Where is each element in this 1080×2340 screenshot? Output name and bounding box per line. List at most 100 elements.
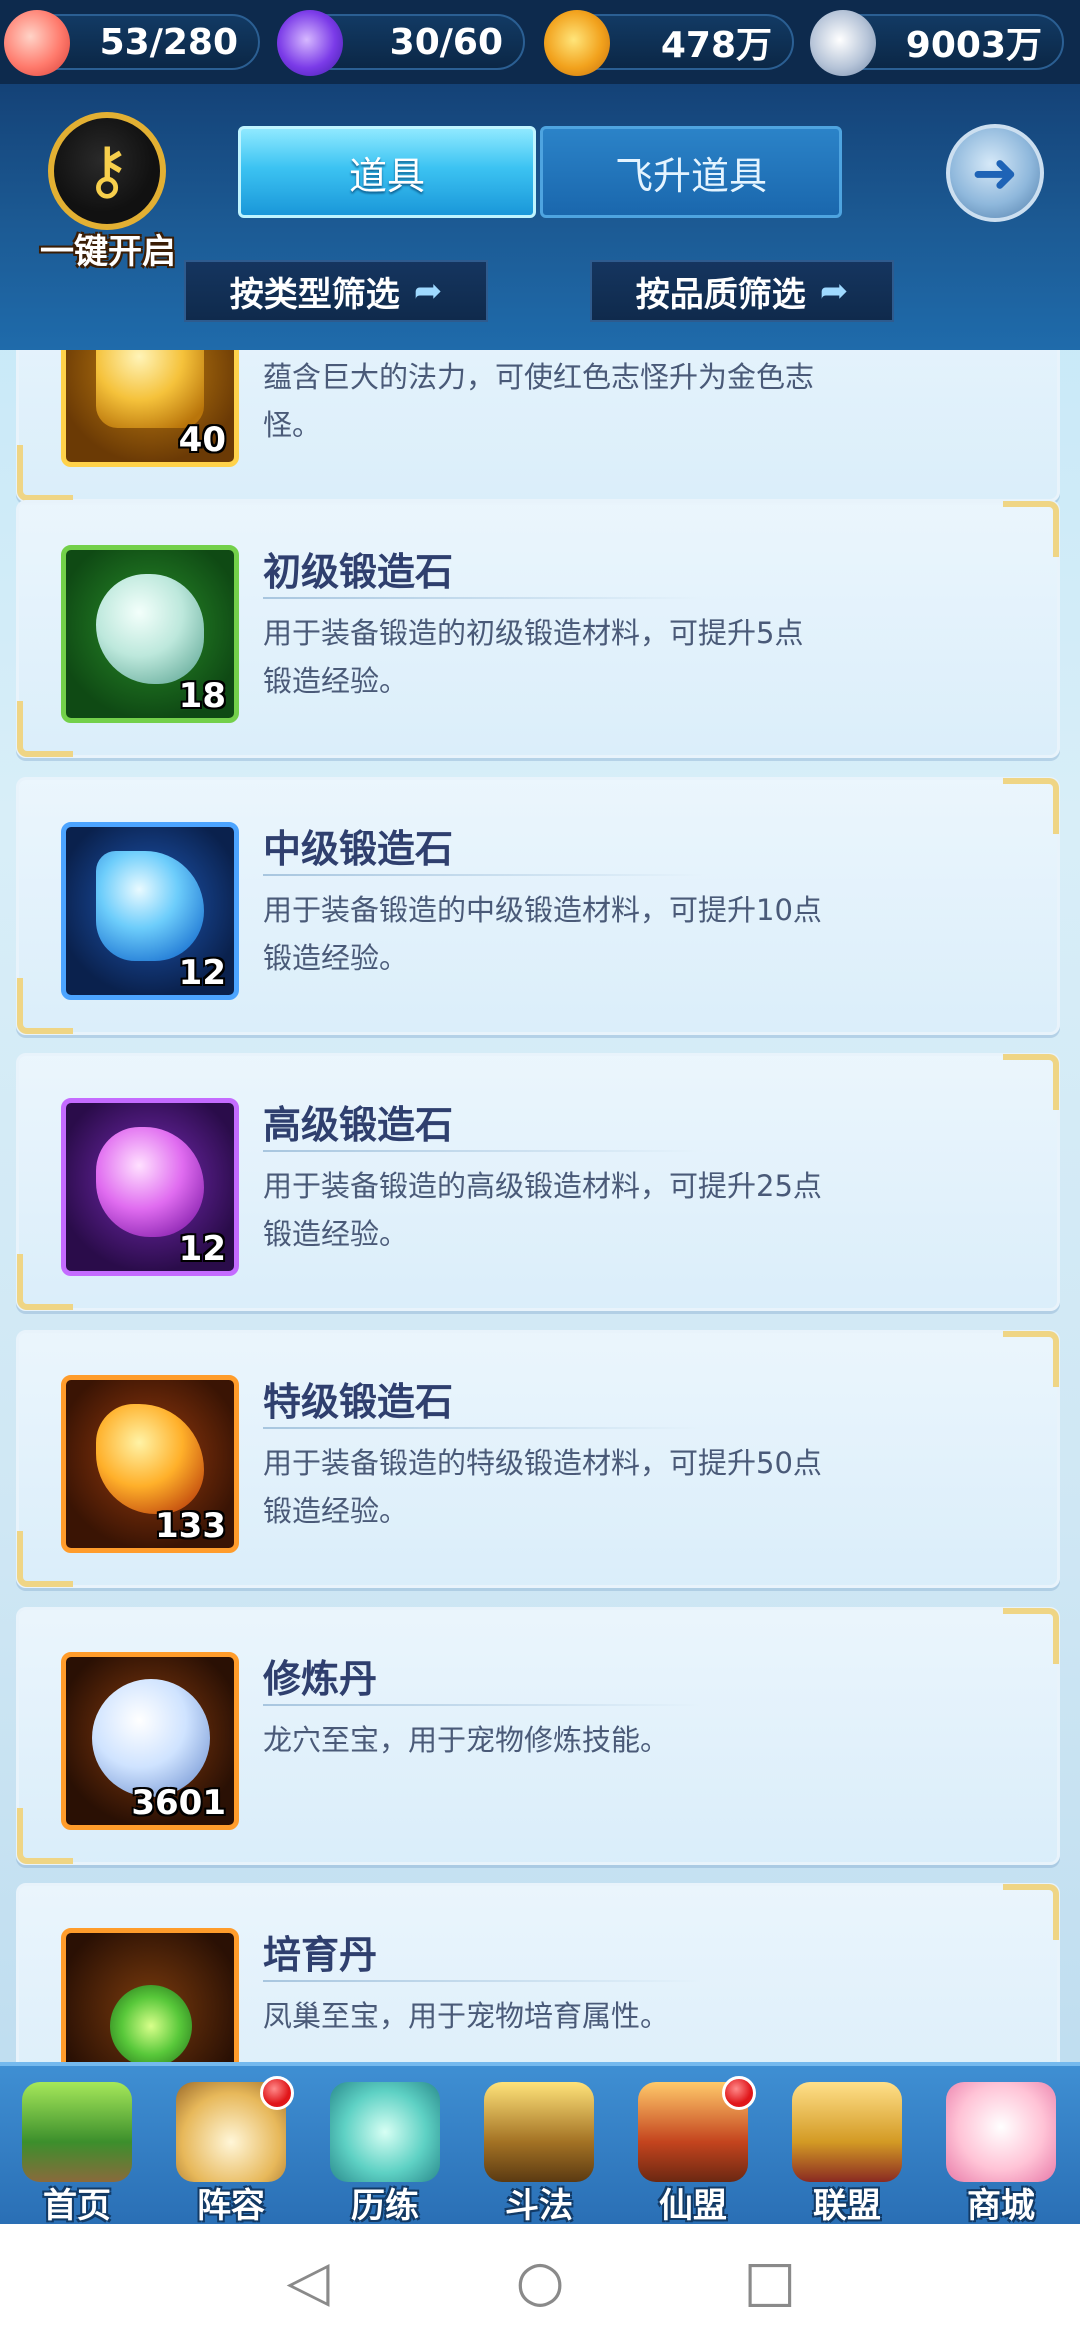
item-description: 用于装备锻造的中级锻造材料，可提升10点锻造经验。 xyxy=(263,893,822,975)
spirit-value: 30/60 xyxy=(389,21,503,63)
inventory-header: ⚷ 一键开启 道具 飞升道具 ➜ 按类型筛选 ➦ 按品质筛选 ➦ xyxy=(0,84,1080,350)
divider xyxy=(263,874,703,876)
back-arrow-icon: ➜ xyxy=(971,140,1019,206)
nav-label: 联盟 xyxy=(813,2186,881,2226)
gold-coin-icon xyxy=(544,10,610,76)
card-ornament xyxy=(1003,778,1059,834)
divider xyxy=(263,1150,703,1152)
item-count: 40 xyxy=(178,420,226,460)
item-count: 12 xyxy=(178,953,226,993)
nav-label: 阵容 xyxy=(197,2186,265,2226)
peach-icon xyxy=(4,10,70,76)
nav-adventure[interactable]: 历练 xyxy=(308,2066,462,2228)
green-stone-icon xyxy=(96,574,204,684)
list-item[interactable]: 12 高级锻造石 用于装备锻造的高级锻造材料，可提升25点锻造经验。 xyxy=(16,1053,1060,1311)
system-back-button[interactable]: ◁ xyxy=(268,2244,348,2320)
sword-icon xyxy=(484,2082,594,2182)
alliance-banner-icon xyxy=(792,2082,902,2182)
item-description: 用于装备锻造的初级锻造材料，可提升5点锻造经验。 xyxy=(263,616,804,698)
list-item[interactable]: 18 初级锻造石 用于装备锻造的初级锻造材料，可提升5点锻造经验。 xyxy=(16,500,1060,758)
arrow-right-icon: ➦ xyxy=(413,271,443,311)
spirit-counter[interactable]: 30/60 xyxy=(277,10,525,76)
bottom-nav: 首页 阵容 历练 斗法 仙盟 联盟 商城 xyxy=(0,2062,1080,2226)
system-home-button[interactable]: ○ xyxy=(500,2244,580,2320)
filter-by-quality-label: 按品质筛选 xyxy=(635,274,806,315)
card-ornament xyxy=(1003,1608,1059,1664)
item-description: 用于装备锻造的特级锻造材料，可提升50点锻造经验。 xyxy=(263,1446,822,1528)
nav-label: 斗法 xyxy=(505,2186,573,2226)
blue-gem-icon xyxy=(96,851,204,961)
pearl-orb-icon xyxy=(92,1679,210,1797)
spirit-flame-icon xyxy=(277,10,343,76)
item-icon-intermediate-forging-stone: 12 xyxy=(61,822,239,1000)
item-icon-special-forging-stone: 133 xyxy=(61,1375,239,1553)
card-ornament xyxy=(1003,501,1059,557)
open-all-button[interactable]: ⚷ 一键开启 xyxy=(28,112,188,272)
notification-dot xyxy=(260,2076,294,2110)
item-count: 18 xyxy=(178,676,226,716)
item-description: 蕴含巨大的法力，可使红色志怪升为金色志怪。 xyxy=(263,360,815,442)
gold-coin-value: 478万 xyxy=(660,25,772,66)
nav-sect[interactable]: 仙盟 xyxy=(616,2066,770,2228)
list-item[interactable]: 40 蕴含巨大的法力，可使红色志怪升为金色志怪。 xyxy=(16,350,1060,502)
tab-items[interactable]: 道具 xyxy=(238,126,536,218)
arrow-right-icon: ➦ xyxy=(819,271,849,311)
home-island-icon xyxy=(22,2082,132,2182)
system-navigation-bar: ◁ ○ □ xyxy=(0,2224,1080,2340)
purple-gem-icon xyxy=(96,1127,204,1237)
silver-coin-value: 9003万 xyxy=(905,25,1042,66)
item-icon-basic-forging-stone: 18 xyxy=(61,545,239,723)
item-icon-gold-token: 40 xyxy=(61,350,239,467)
item-icon-advanced-forging-stone: 12 xyxy=(61,1098,239,1276)
nav-home[interactable]: 首页 xyxy=(0,2066,154,2228)
gold-token-icon xyxy=(96,350,204,428)
item-name: 初级锻造石 xyxy=(263,550,454,594)
item-description: 龙穴至宝，用于宠物修炼技能。 xyxy=(263,1723,670,1757)
silver-coin-counter[interactable]: 9003万 xyxy=(810,10,1064,76)
nav-label: 商城 xyxy=(967,2186,1035,2226)
notification-dot xyxy=(722,2076,756,2110)
card-ornament xyxy=(1003,1884,1059,1940)
nav-alliance[interactable]: 联盟 xyxy=(770,2066,924,2228)
tab-ascension-items[interactable]: 飞升道具 xyxy=(540,126,842,218)
list-item[interactable]: 培育丹 凤巢至宝，用于宠物培育属性。 xyxy=(16,1883,1060,2062)
silver-coin-icon xyxy=(810,10,876,76)
item-list[interactable]: 40 蕴含巨大的法力，可使红色志怪升为金色志怪。 18 初级锻造石 用于装备锻造… xyxy=(0,350,1080,2062)
nav-label: 仙盟 xyxy=(659,2186,727,2226)
adventure-gourd-icon xyxy=(330,2082,440,2182)
item-name: 中级锻造石 xyxy=(263,827,454,871)
item-description: 凤巢至宝，用于宠物培育属性。 xyxy=(263,1999,670,2033)
resource-bar: 53/280 30/60 478万 9003万 xyxy=(0,0,1080,84)
back-button[interactable]: ➜ xyxy=(946,124,1044,222)
shop-mascot-icon xyxy=(946,2082,1056,2182)
divider xyxy=(263,597,703,599)
list-item[interactable]: 133 特级锻造石 用于装备锻造的特级锻造材料，可提升50点锻造经验。 xyxy=(16,1330,1060,1588)
card-ornament xyxy=(1003,1054,1059,1110)
divider xyxy=(263,1427,703,1429)
nav-battle[interactable]: 斗法 xyxy=(462,2066,616,2228)
item-count: 12 xyxy=(178,1229,226,1269)
nav-label: 首页 xyxy=(43,2186,111,2226)
key-icon: ⚷ xyxy=(48,112,166,230)
list-item[interactable]: 3601 修炼丹 龙穴至宝，用于宠物修炼技能。 xyxy=(16,1607,1060,1865)
system-recents-button[interactable]: □ xyxy=(730,2244,810,2320)
item-icon-nurture-pill xyxy=(61,1928,239,2062)
item-name: 特级锻造石 xyxy=(263,1380,454,1424)
gold-coin-counter[interactable]: 478万 xyxy=(544,10,794,76)
list-item[interactable]: 12 中级锻造石 用于装备锻造的中级锻造材料，可提升10点锻造经验。 xyxy=(16,777,1060,1035)
item-count: 133 xyxy=(155,1506,226,1546)
nav-shop[interactable]: 商城 xyxy=(924,2066,1078,2228)
item-description: 用于装备锻造的高级锻造材料，可提升25点锻造经验。 xyxy=(263,1169,822,1251)
nav-lineup[interactable]: 阵容 xyxy=(154,2066,308,2228)
item-name: 高级锻造石 xyxy=(263,1103,454,1147)
item-name: 培育丹 xyxy=(263,1933,378,1977)
filter-by-type-button[interactable]: 按类型筛选 ➦ xyxy=(184,260,488,322)
card-ornament xyxy=(1003,1331,1059,1387)
peach-value: 53/280 xyxy=(99,21,238,63)
orange-gem-icon xyxy=(96,1404,204,1514)
divider xyxy=(263,1704,703,1706)
filter-by-quality-button[interactable]: 按品质筛选 ➦ xyxy=(590,260,894,322)
item-icon-cultivation-pill: 3601 xyxy=(61,1652,239,1830)
item-count: 3601 xyxy=(131,1783,226,1823)
peach-stamina-counter[interactable]: 53/280 xyxy=(4,10,260,76)
